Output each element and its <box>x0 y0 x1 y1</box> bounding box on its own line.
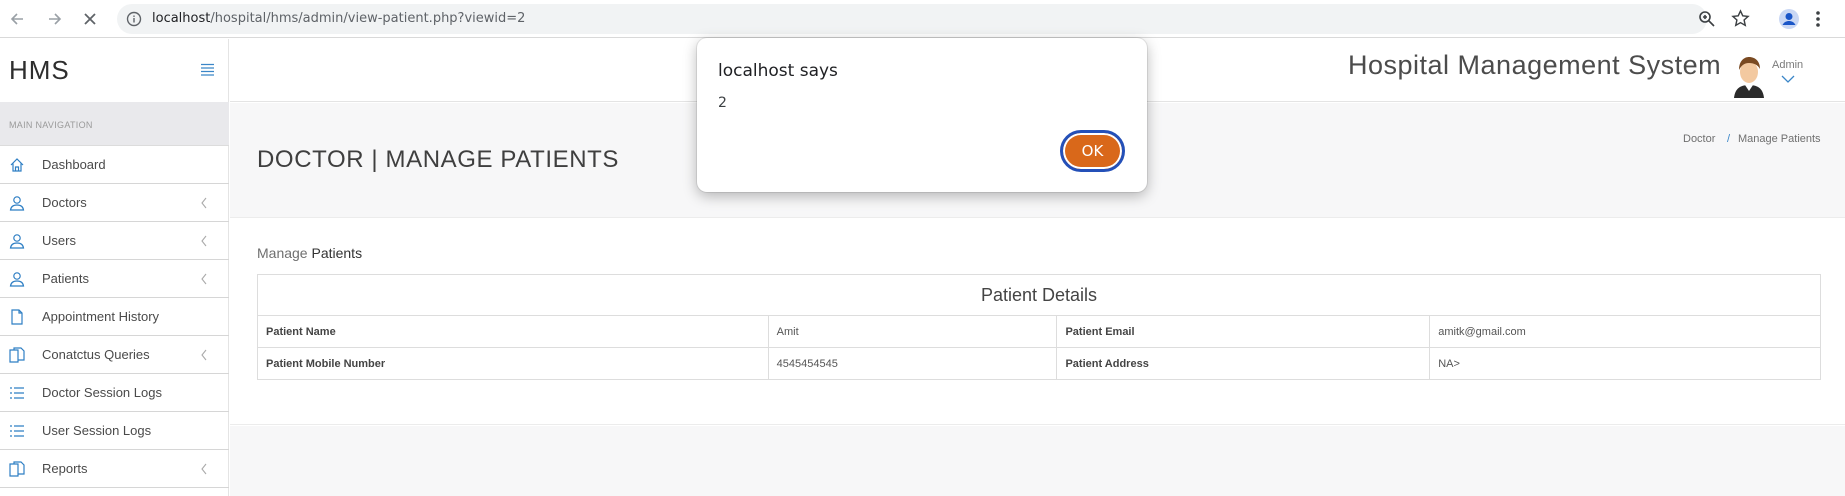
section-label-prefix: Manage <box>257 245 308 261</box>
browser-menu-icon[interactable] <box>1814 9 1822 29</box>
patient-email-key: Patient Email <box>1056 315 1431 348</box>
chevron-left-icon <box>201 349 207 361</box>
patient-address-key: Patient Address <box>1056 347 1431 380</box>
bookmark-star-icon[interactable] <box>1731 9 1750 28</box>
sidebar-item-label: Appointment History <box>42 309 160 324</box>
files-icon <box>9 461 25 477</box>
sidebar-item-doctors[interactable]: Doctors <box>0 184 229 222</box>
sidebar-item-label: User Session Logs <box>42 423 152 438</box>
profile-avatar-icon[interactable] <box>1778 8 1800 30</box>
patient-name-key: Patient Name <box>257 315 769 348</box>
alert-dialog: localhost says 2 OK <box>697 38 1147 192</box>
forward-icon[interactable] <box>44 9 64 29</box>
dialog-title: localhost says <box>718 61 838 81</box>
user-icon <box>9 196 25 211</box>
patient-email-value: amitk@gmail.com <box>1429 315 1821 348</box>
table-caption: Patient Details <box>257 274 1821 316</box>
ok-button[interactable]: OK <box>1060 130 1125 172</box>
sidebar-item-label: Users <box>42 233 76 248</box>
site-info-icon[interactable] <box>126 11 142 27</box>
sidebar-item-label: Patients <box>42 271 89 286</box>
list-icon <box>10 425 24 437</box>
browser-toolbar: localhost/hospital/hms/admin/view-patien… <box>0 0 1845 38</box>
files-icon <box>9 347 25 363</box>
list-icon <box>10 387 24 399</box>
chevron-left-icon <box>201 235 207 247</box>
url-path: /hospital/hms/admin/view-patient.php?vie… <box>210 11 526 26</box>
stop-loading-icon[interactable] <box>80 9 100 29</box>
sidebar-item-patients[interactable]: Patients <box>0 260 229 298</box>
sidebar-item-label: Doctors <box>42 195 87 210</box>
sidebar-item-user-session-logs[interactable]: User Session Logs <box>0 412 229 450</box>
back-icon[interactable] <box>8 9 28 29</box>
user-icon <box>9 272 25 287</box>
file-icon <box>11 309 23 325</box>
url-text[interactable]: localhost/hospital/hms/admin/view-patien… <box>152 11 525 26</box>
home-icon <box>10 158 24 172</box>
patient-details-table: Patient Details Patient Name Amit Patien… <box>257 274 1821 380</box>
app-title: Hospital Management System <box>1348 50 1722 80</box>
sidebar-item-doctor-session-logs[interactable]: Doctor Session Logs <box>0 374 229 412</box>
sidebar-item-label: Dashboard <box>42 157 106 172</box>
breadcrumb-current: Manage Patients <box>1738 133 1821 145</box>
chevron-down-icon[interactable] <box>1781 75 1795 84</box>
content-footer-area <box>230 426 1845 496</box>
patient-mobile-value: 4545454545 <box>767 347 1058 380</box>
url-host: localhost <box>152 11 211 26</box>
table-row: Patient Mobile Number 4545454545 Patient… <box>257 347 1821 380</box>
patient-name-value: Amit <box>767 315 1058 348</box>
nav-section-label: MAIN NAVIGATION <box>9 120 93 130</box>
patient-address-value: NA> <box>1429 347 1821 380</box>
breadcrumb-doctor[interactable]: Doctor <box>1683 133 1715 145</box>
zoom-icon[interactable] <box>1698 10 1716 28</box>
admin-avatar[interactable] <box>1730 52 1768 98</box>
section-label-strong: Patients <box>311 245 363 261</box>
sidebar-item-contactus-queries[interactable]: Conatctus Queries <box>0 336 229 374</box>
nav-section-header: MAIN NAVIGATION <box>0 102 229 146</box>
sidebar-item-label: Conatctus Queries <box>42 347 150 362</box>
sidebar-item-reports[interactable]: Reports <box>0 450 229 488</box>
chevron-left-icon <box>201 197 207 209</box>
breadcrumb-separator: / <box>1727 133 1731 145</box>
sidebar-toggle-icon[interactable] <box>200 63 215 76</box>
user-icon <box>9 234 25 249</box>
chevron-left-icon <box>201 463 207 475</box>
sidebar-item-label: Reports <box>42 461 88 476</box>
table-row: Patient Name Amit Patient Email amitk@gm… <box>257 315 1821 348</box>
page-title: DOCTOR | MANAGE PATIENTS <box>257 146 620 173</box>
brand-logo[interactable]: HMS <box>9 55 70 86</box>
dialog-message: 2 <box>718 95 727 111</box>
chevron-left-icon <box>201 273 207 285</box>
section-label: Manage Patients <box>257 245 362 261</box>
sidebar-item-dashboard[interactable]: Dashboard <box>0 146 229 184</box>
sidebar-item-appointment-history[interactable]: Appointment History <box>0 298 229 336</box>
admin-label[interactable]: Admin <box>1772 59 1803 71</box>
sidebar-item-users[interactable]: Users <box>0 222 229 260</box>
sidebar-item-label: Doctor Session Logs <box>42 385 162 400</box>
table-caption-row: Patient Details <box>257 274 1821 316</box>
patient-mobile-key: Patient Mobile Number <box>257 347 769 380</box>
